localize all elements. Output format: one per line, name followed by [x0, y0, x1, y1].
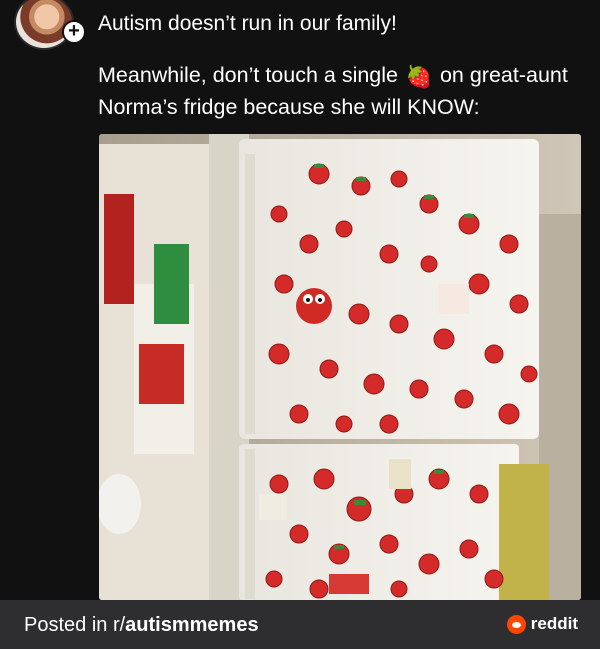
post-line-2-start: Meanwhile, don’t touch a single	[98, 63, 404, 87]
post-line-2: Meanwhile, don’t touch a single 🍓 on gre…	[98, 60, 588, 122]
posted-in[interactable]: Posted in r/autismmemes	[24, 614, 259, 637]
reddit-brand[interactable]: reddit	[506, 614, 578, 634]
footer-bar: Posted in r/autismmemes reddit	[0, 600, 600, 649]
reddit-wordmark: reddit	[530, 614, 578, 633]
reddit-logo-icon	[506, 614, 526, 634]
fridge-photo[interactable]	[99, 134, 581, 600]
posted-in-label: Posted in r/	[24, 614, 126, 636]
follow-plus-icon[interactable]: +	[62, 20, 86, 44]
post-line-1: Autism doesn’t run in our family!	[98, 12, 397, 35]
subreddit-name[interactable]: autismmemes	[125, 614, 258, 636]
post: + Autism doesn’t run in our family! Mean…	[0, 0, 600, 600]
fridge-photo-graphic	[99, 134, 581, 600]
strawberry-emoji: 🍓	[405, 65, 433, 89]
avatar-group[interactable]: +	[14, 0, 86, 52]
